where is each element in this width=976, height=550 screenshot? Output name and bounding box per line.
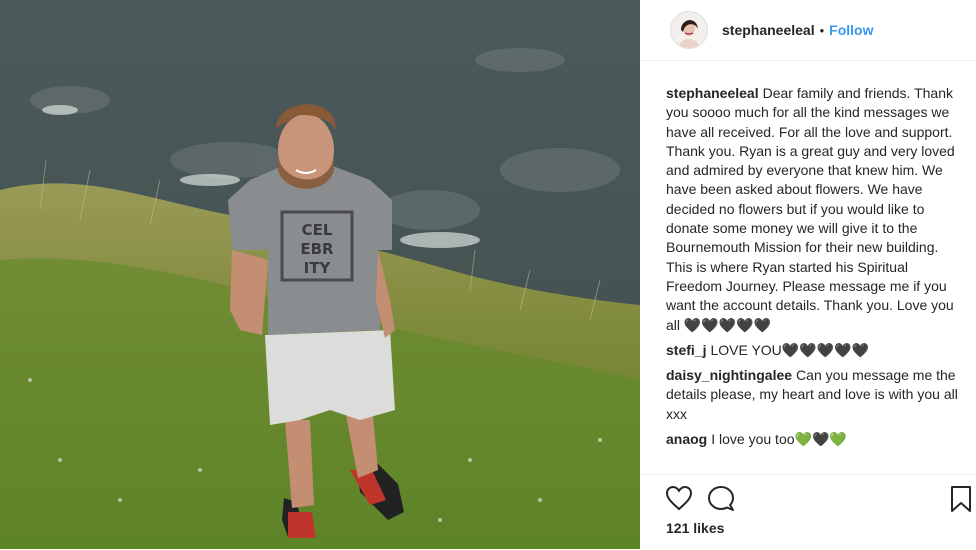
comment-username[interactable]: stefi_j: [666, 342, 706, 358]
comment-text: I love you too💚🖤💚: [711, 431, 847, 448]
comment-text: LOVE YOU🖤🖤🖤🖤🖤: [710, 341, 869, 358]
separator-dot: •: [819, 22, 825, 38]
comment-username[interactable]: daisy_nightingalee: [666, 367, 792, 383]
caption: stephaneeleal Dear family and friends. Th…: [666, 84, 962, 335]
photo-illustration: CEL EBR ITY: [0, 0, 640, 549]
comment-username[interactable]: anaog: [666, 431, 707, 447]
shirt-text-line-1: CEL: [302, 221, 333, 239]
avatar-portrait: [671, 12, 707, 48]
header-username[interactable]: stephaneeleal: [722, 22, 815, 38]
comment-item: daisy_nightingalee Can you message me the…: [666, 366, 962, 424]
instagram-post: CEL EBR ITY stephaneeleal • Follow steph…: [0, 0, 976, 549]
post-photo[interactable]: CEL EBR ITY: [0, 0, 640, 549]
avatar[interactable]: [670, 11, 708, 49]
heart-icon[interactable]: [665, 485, 693, 516]
caption-text: Dear family and friends. Thank you soooo…: [666, 85, 955, 333]
follow-button[interactable]: Follow: [829, 22, 873, 38]
post-sidebar: stephaneeleal • Follow stephaneeleal Dear…: [640, 0, 976, 549]
comment-item: stefi_j LOVE YOU🖤🖤🖤🖤🖤: [666, 341, 962, 360]
comment-item: anaog I love you too💚🖤💚: [666, 430, 962, 449]
action-bar: 121 likes: [640, 474, 976, 550]
caption-username[interactable]: stephaneeleal: [666, 85, 759, 101]
shirt-text-line-3: ITY: [304, 259, 332, 277]
post-header: stephaneeleal • Follow: [640, 0, 976, 61]
likes-count[interactable]: 121 likes: [666, 520, 724, 536]
shirt-text-line-2: EBR: [300, 240, 334, 258]
comment-icon[interactable]: [707, 485, 735, 518]
comments-list: stephaneeleal Dear family and friends. Th…: [666, 84, 962, 455]
bookmark-icon[interactable]: [950, 485, 972, 518]
